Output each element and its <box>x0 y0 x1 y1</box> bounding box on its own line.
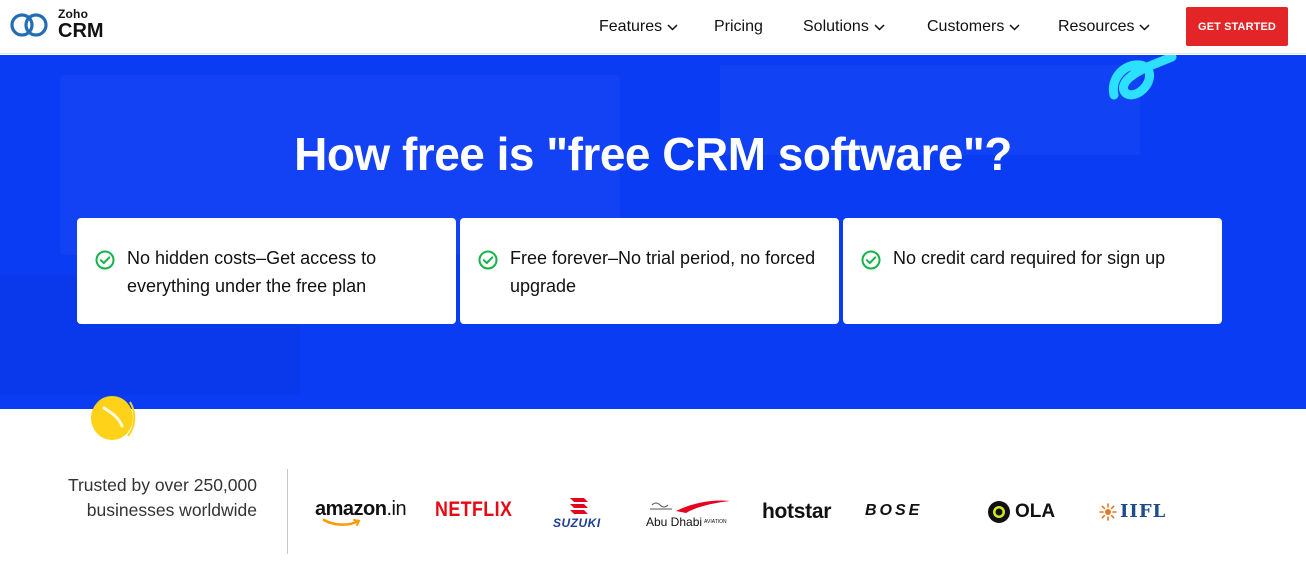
feature-card: No credit card required for sign up <box>843 218 1222 324</box>
zoho-crm-logo[interactable]: Zoho CRM <box>8 8 104 41</box>
chevron-down-icon <box>667 23 678 31</box>
amazon-smile-icon <box>322 518 361 526</box>
check-circle-icon <box>95 250 115 270</box>
amazon-logo-tld: .in <box>386 498 407 520</box>
bose-logo: BOSE <box>865 502 923 519</box>
chevron-down-icon <box>1009 23 1020 31</box>
netflix-logo: NETFLIX <box>435 498 513 521</box>
nav-pricing[interactable]: Pricing <box>714 0 763 54</box>
feature-card: No hidden costs–Get access to everything… <box>77 218 456 324</box>
iifl-logo: IIFL <box>1120 501 1167 522</box>
abu-dhabi-sub: AVIATION <box>704 519 727 525</box>
feature-card: Free forever–No trial period, no forced … <box>460 218 839 324</box>
ola-logo: OLA <box>1015 501 1056 522</box>
nav-pricing-label: Pricing <box>714 18 763 35</box>
hero-title: How free is "free CRM software"? <box>294 128 1012 180</box>
feature-card-text: No hidden costs–Get access to everything… <box>127 248 377 296</box>
zoho-logo-icon <box>10 12 48 37</box>
nav-features[interactable]: Features <box>599 0 678 54</box>
site-header: Zoho CRM Features Pricing Solutions Cust… <box>0 0 1306 54</box>
suzuki-s-icon <box>570 498 588 514</box>
iifl-emblem-icon <box>1099 503 1117 521</box>
nav-customers-label: Customers <box>927 18 1005 35</box>
chevron-down-icon <box>874 23 885 31</box>
ola-circle-icon <box>988 501 1010 523</box>
hero-section: How free is "free CRM software"? No hidd… <box>0 55 1306 409</box>
nav-solutions[interactable]: Solutions <box>803 0 885 54</box>
check-circle-icon <box>478 250 498 270</box>
chevron-down-icon <box>1139 23 1151 31</box>
trusted-by-text: Trusted by over 250,000 businesses world… <box>67 475 257 520</box>
cyan-scribble-decoration <box>1108 55 1177 100</box>
nav-resources[interactable]: Resources <box>1058 0 1151 54</box>
logo-product: CRM <box>58 20 104 42</box>
get-started-button[interactable]: GET STARTED <box>1186 7 1288 46</box>
suzuki-logo: SUZUKI <box>553 516 601 530</box>
nav-solutions-label: Solutions <box>803 18 869 35</box>
abu-dhabi-aviation-mark-icon <box>650 500 730 513</box>
abu-dhabi-text: Abu Dhabi <box>646 515 703 529</box>
logo-brand: Zoho <box>58 7 89 21</box>
feature-card-text: Free forever–No trial period, no forced … <box>510 248 816 296</box>
feature-card-text: No credit card required for sign up <box>893 248 1166 268</box>
nav-resources-label: Resources <box>1058 18 1135 35</box>
divider <box>287 469 288 554</box>
nav-customers[interactable]: Customers <box>927 0 1020 54</box>
abu-dhabi-aviation-logo: Abu Dhabi AVIATION <box>646 515 727 529</box>
check-circle-icon <box>861 250 881 270</box>
yellow-scribble-decoration <box>91 396 136 440</box>
hotstar-logo: hotstar <box>762 500 832 523</box>
nav-features-label: Features <box>599 18 663 35</box>
